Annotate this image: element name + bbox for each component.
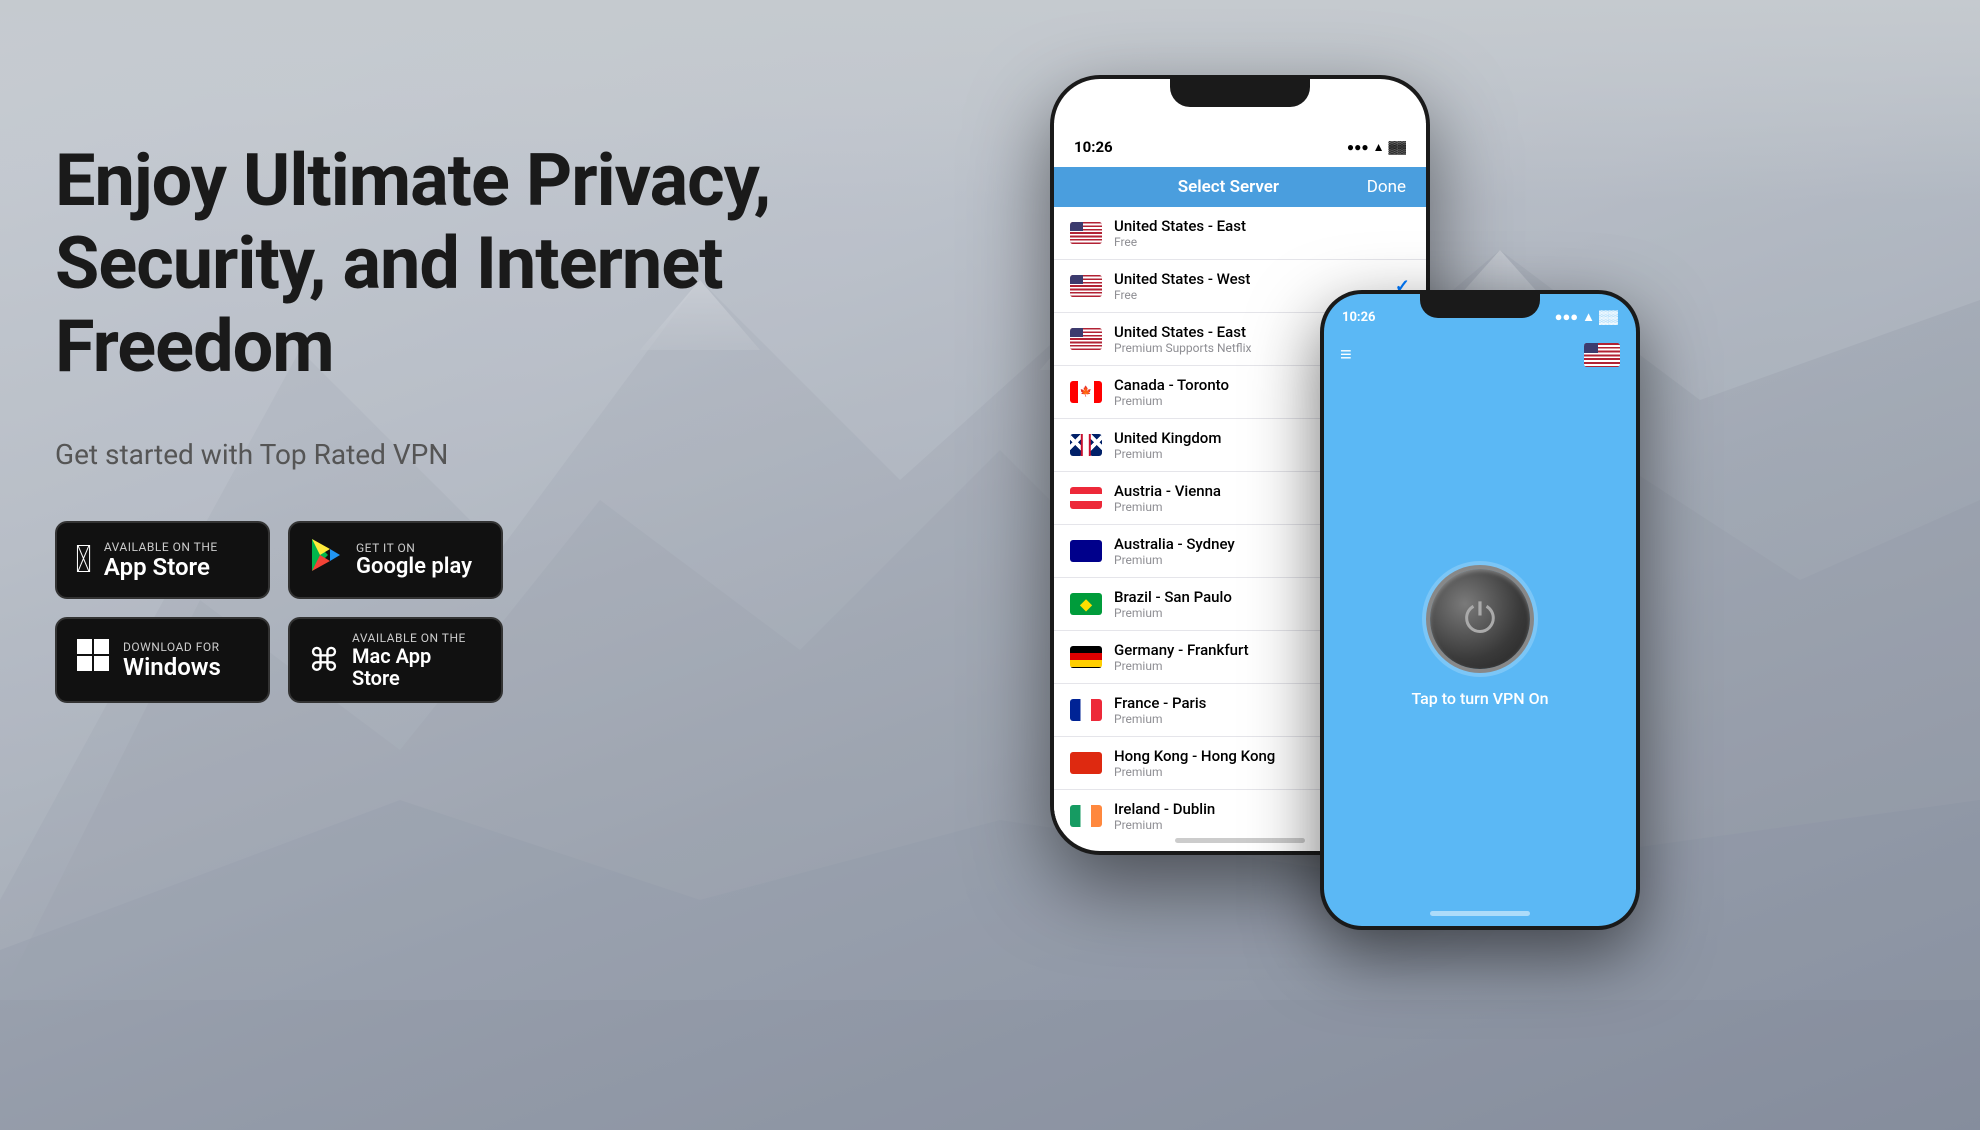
server-flag-icon [1070, 699, 1102, 721]
small-wifi-icon: ▲ [1582, 309, 1595, 325]
nav-done: Done [1367, 177, 1406, 197]
phone-small-toolbar: ≡ [1324, 334, 1636, 375]
google-play-large-text: Google play [356, 555, 472, 579]
server-flag-icon [1070, 752, 1102, 774]
windows-small-text: Download for [123, 640, 221, 654]
windows-button[interactable]: Download for Windows [55, 617, 270, 703]
current-flag-icon [1584, 343, 1620, 367]
phone-small-notch [1420, 294, 1540, 318]
server-flag-icon [1070, 805, 1102, 827]
phone-large-status-icons: ●●● ▲ ▓▓ [1347, 140, 1406, 154]
windows-icon [75, 637, 111, 683]
server-flag-icon [1070, 487, 1102, 509]
mac-store-large-text: Mac App Store [352, 645, 483, 689]
server-flag-icon [1070, 434, 1102, 456]
home-indicator [1175, 838, 1305, 843]
server-flag-icon [1070, 275, 1102, 297]
nav-title: Select Server [1178, 177, 1279, 197]
main-headline: Enjoy Ultimate Privacy, Security, and In… [55, 140, 925, 388]
vpn-power-button[interactable]: ⏻ [1430, 569, 1530, 669]
phones-container: 10:26 ●●● ▲ ▓▓ ← Select Server Done U [1000, 30, 1960, 1090]
subtitle-text: Get started with Top Rated VPN [55, 438, 925, 471]
phone-large-status-bar: 10:26 ●●● ▲ ▓▓ [1054, 123, 1426, 167]
server-name-text: United States - East [1114, 217, 1410, 235]
mac-store-small-text: Available on the [352, 631, 483, 645]
server-flag-icon [1070, 593, 1102, 615]
small-signal-icon: ●●● [1555, 309, 1579, 325]
phone-small-time: 10:26 [1342, 310, 1376, 325]
google-play-small-text: GET IT ON [356, 541, 472, 555]
server-flag-icon [1070, 646, 1102, 668]
wifi-icon: ▲ [1373, 140, 1385, 154]
power-icon: ⏻ [1464, 599, 1496, 639]
battery-icon: ▓▓ [1389, 140, 1407, 154]
server-flag-icon [1070, 222, 1102, 244]
left-content-area: Enjoy Ultimate Privacy, Security, and In… [55, 140, 925, 703]
phone-large-time: 10:26 [1074, 138, 1113, 156]
google-play-button[interactable]: GET IT ON Google play [288, 521, 503, 599]
phone-small-main: ⏻ Tap to turn VPN On [1324, 375, 1636, 901]
server-type-text: Free [1114, 235, 1410, 249]
app-store-button[interactable]:  Available on the App Store [55, 521, 270, 599]
server-name-text: United States - West [1114, 270, 1383, 288]
windows-large-text: Windows [123, 654, 221, 680]
phone-large-nav-bar: ← Select Server Done [1054, 167, 1426, 207]
phone-large-notch [1170, 79, 1310, 107]
hamburger-icon: ≡ [1340, 342, 1352, 367]
server-flag-icon [1070, 328, 1102, 350]
tap-vpn-text: Tap to turn VPN On [1411, 689, 1548, 708]
app-store-small-text: Available on the [104, 540, 218, 554]
apple-icon:  [75, 538, 92, 582]
phone-small-home-indicator [1430, 911, 1530, 916]
phone-small-icons: ●●● ▲ ▓▓ [1555, 309, 1618, 325]
mac-store-button[interactable]: ⌘ Available on the Mac App Store [288, 617, 503, 703]
server-info: United States - EastFree [1114, 217, 1410, 249]
server-flag-icon [1070, 540, 1102, 562]
google-play-icon [308, 537, 344, 583]
server-flag-icon [1070, 381, 1102, 403]
mac-store-icon: ⌘ [308, 641, 340, 679]
app-store-large-text: App Store [104, 554, 218, 580]
small-battery-icon: ▓▓ [1599, 309, 1618, 325]
phone-small: 10:26 ●●● ▲ ▓▓ ≡ ⏻ Tap to turn VPN On [1320, 290, 1640, 930]
signal-icon: ●●● [1347, 140, 1369, 154]
server-list-item[interactable]: United States - EastFree [1054, 207, 1426, 260]
download-buttons-grid:  Available on the App Store GET IT ON G… [55, 521, 925, 703]
